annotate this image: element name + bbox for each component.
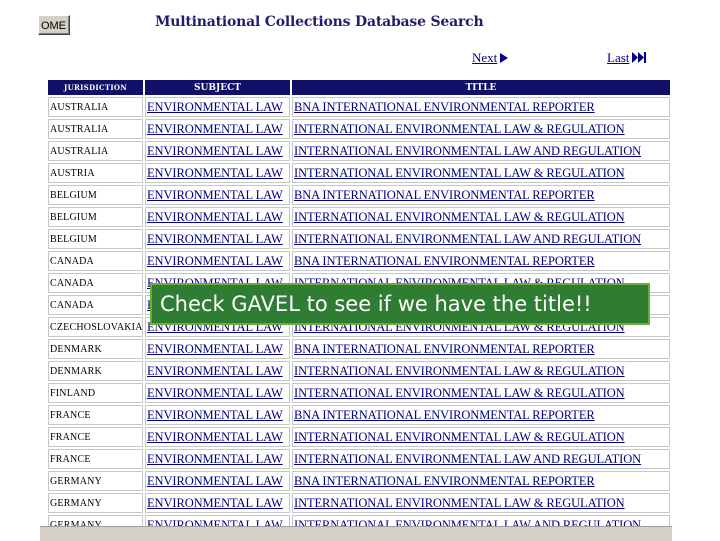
jurisdiction-cell: FRANCE bbox=[48, 427, 143, 447]
column-header-subject: SUBJECT bbox=[145, 80, 290, 95]
title-link[interactable]: INTERNATIONAL ENVIRONMENTAL LAW & REGULA… bbox=[292, 493, 670, 513]
subject-link[interactable]: ENVIRONMENTAL LAW bbox=[145, 493, 290, 513]
jurisdiction-cell: GERMANY bbox=[48, 515, 143, 526]
jurisdiction-cell: DENMARK bbox=[48, 361, 143, 381]
jurisdiction-cell: AUSTRALIA bbox=[48, 97, 143, 117]
browser-status-bar bbox=[40, 526, 672, 541]
table-row: GERMANY ENVIRONMENTAL LAW INTERNATIONAL EN… bbox=[48, 493, 670, 513]
column-header-title: TITLE bbox=[292, 80, 670, 95]
table-row: DENMARK ENVIRONMENTAL LAW INTERNATIONAL EN… bbox=[48, 361, 670, 381]
jurisdiction-cell: CZECHOSLOVAKIA bbox=[48, 317, 143, 337]
jurisdiction-cell: FINLAND bbox=[48, 383, 143, 403]
title-link[interactable]: INTERNATIONAL ENVIRONMENTAL LAW & REGULA… bbox=[292, 207, 670, 227]
table-row: FRANCE ENVIRONMENTAL LAW BNA INTERNATIONAL… bbox=[48, 405, 670, 425]
last-link-label: Last bbox=[607, 50, 630, 65]
title-link[interactable]: INTERNATIONAL ENVIRONMENTAL LAW AND REGU… bbox=[292, 449, 670, 469]
title-link[interactable]: BNA INTERNATIONAL ENVIRONMENTAL REPORTER bbox=[292, 339, 670, 359]
title-link[interactable]: INTERNATIONAL ENVIRONMENTAL LAW AND REGU… bbox=[292, 141, 670, 161]
table-row: AUSTRALIA ENVIRONMENTAL LAW INTERNATIONAL … bbox=[48, 119, 670, 139]
table-row: AUSTRIA ENVIRONMENTAL LAW INTERNATIONAL EN… bbox=[48, 163, 670, 183]
table-row: FRANCE ENVIRONMENTAL LAW INTERNATIONAL ENV… bbox=[48, 449, 670, 469]
subject-link[interactable]: ENVIRONMENTAL LAW bbox=[145, 207, 290, 227]
table-row: GERMANY ENVIRONMENTAL LAW BNA INTERNATIONA… bbox=[48, 471, 670, 491]
title-link[interactable]: BNA INTERNATIONAL ENVIRONMENTAL REPORTER bbox=[292, 97, 670, 117]
title-link[interactable]: BNA INTERNATIONAL ENVIRONMENTAL REPORTER bbox=[292, 251, 670, 271]
jurisdiction-cell: BELGIUM bbox=[48, 229, 143, 249]
table-row: DENMARK ENVIRONMENTAL LAW BNA INTERNATIONA… bbox=[48, 339, 670, 359]
table-row: CANADA ENVIRONMENTAL LAW BNA INTERNATIONAL… bbox=[48, 251, 670, 271]
title-link[interactable]: BNA INTERNATIONAL ENVIRONMENTAL REPORTER bbox=[292, 185, 670, 205]
jurisdiction-cell: GERMANY bbox=[48, 493, 143, 513]
subject-link[interactable]: ENVIRONMENTAL LAW bbox=[145, 405, 290, 425]
subject-link[interactable]: ENVIRONMENTAL LAW bbox=[145, 229, 290, 249]
triangle-right-icon bbox=[500, 51, 509, 67]
jurisdiction-cell: FRANCE bbox=[48, 405, 143, 425]
jurisdiction-cell: AUSTRIA bbox=[48, 163, 143, 183]
jurisdiction-cell: BELGIUM bbox=[48, 185, 143, 205]
jurisdiction-cell: DENMARK bbox=[48, 339, 143, 359]
jurisdiction-cell: AUSTRALIA bbox=[48, 141, 143, 161]
title-link[interactable]: INTERNATIONAL ENVIRONMENTAL LAW & REGULA… bbox=[292, 361, 670, 381]
jurisdiction-cell: CANADA bbox=[48, 251, 143, 271]
title-link[interactable]: INTERNATIONAL ENVIRONMENTAL LAW & REGULA… bbox=[292, 163, 670, 183]
subject-link[interactable]: ENVIRONMENTAL LAW bbox=[145, 97, 290, 117]
subject-link[interactable]: ENVIRONMENTAL LAW bbox=[145, 361, 290, 381]
subject-link[interactable]: ENVIRONMENTAL LAW bbox=[145, 251, 290, 271]
title-link[interactable]: BNA INTERNATIONAL ENVIRONMENTAL REPORTER bbox=[292, 405, 670, 425]
table-row: BELGIUM ENVIRONMENTAL LAW BNA INTERNATIONA… bbox=[48, 185, 670, 205]
subject-link[interactable]: ENVIRONMENTAL LAW bbox=[145, 427, 290, 447]
table-row: BELGIUM ENVIRONMENTAL LAW INTERNATIONAL EN… bbox=[48, 229, 670, 249]
subject-link[interactable]: ENVIRONMENTAL LAW bbox=[145, 515, 290, 526]
gavel-callout: Check GAVEL to see if we have the title!… bbox=[150, 283, 650, 325]
jurisdiction-cell: CANADA bbox=[48, 295, 143, 315]
table-row: FINLAND ENVIRONMENTAL LAW INTERNATIONAL EN… bbox=[48, 383, 670, 403]
jurisdiction-cell: FRANCE bbox=[48, 449, 143, 469]
table-row: GERMANY ENVIRONMENTAL LAW INTERNATIONAL EN… bbox=[48, 515, 670, 526]
subject-link[interactable]: ENVIRONMENTAL LAW bbox=[145, 449, 290, 469]
subject-link[interactable]: ENVIRONMENTAL LAW bbox=[145, 163, 290, 183]
table-row: AUSTRALIA ENVIRONMENTAL LAW INTERNATIONAL … bbox=[48, 141, 670, 161]
jurisdiction-cell: AUSTRALIA bbox=[48, 119, 143, 139]
subject-link[interactable]: ENVIRONMENTAL LAW bbox=[145, 185, 290, 205]
table-row: AUSTRALIA ENVIRONMENTAL LAW BNA INTERNATIO… bbox=[48, 97, 670, 117]
subject-link[interactable]: ENVIRONMENTAL LAW bbox=[145, 383, 290, 403]
jurisdiction-cell: CANADA bbox=[48, 273, 143, 293]
next-link-label: Next bbox=[472, 50, 498, 65]
next-link[interactable]: Next bbox=[472, 50, 509, 67]
table-row: BELGIUM ENVIRONMENTAL LAW INTERNATIONAL EN… bbox=[48, 207, 670, 227]
subject-link[interactable]: ENVIRONMENTAL LAW bbox=[145, 141, 290, 161]
last-link[interactable]: Last bbox=[607, 50, 647, 67]
table-header-row: JURISDICTION SUBJECT TITLE bbox=[48, 80, 670, 95]
title-link[interactable]: INTERNATIONAL ENVIRONMENTAL LAW & REGULA… bbox=[292, 427, 670, 447]
title-link[interactable]: INTERNATIONAL ENVIRONMENTAL LAW AND REGU… bbox=[292, 229, 670, 249]
title-link[interactable]: INTERNATIONAL ENVIRONMENTAL LAW & REGULA… bbox=[292, 383, 670, 403]
skip-end-icon bbox=[632, 51, 647, 67]
title-link[interactable]: INTERNATIONAL ENVIRONMENTAL LAW & REGULA… bbox=[292, 119, 670, 139]
subject-link[interactable]: ENVIRONMENTAL LAW bbox=[145, 119, 290, 139]
title-link[interactable]: BNA INTERNATIONAL ENVIRONMENTAL REPORTER bbox=[292, 471, 670, 491]
page-title: Multinational Collections Database Searc… bbox=[155, 14, 484, 30]
title-link[interactable]: INTERNATIONAL ENVIRONMENTAL LAW AND REGU… bbox=[292, 515, 670, 526]
table-row: FRANCE ENVIRONMENTAL LAW INTERNATIONAL ENV… bbox=[48, 427, 670, 447]
subject-link[interactable]: ENVIRONMENTAL LAW bbox=[145, 471, 290, 491]
home-button[interactable]: OME bbox=[38, 15, 70, 35]
jurisdiction-cell: GERMANY bbox=[48, 471, 143, 491]
subject-link[interactable]: ENVIRONMENTAL LAW bbox=[145, 339, 290, 359]
jurisdiction-cell: BELGIUM bbox=[48, 207, 143, 227]
column-header-jurisdiction: JURISDICTION bbox=[48, 80, 143, 95]
